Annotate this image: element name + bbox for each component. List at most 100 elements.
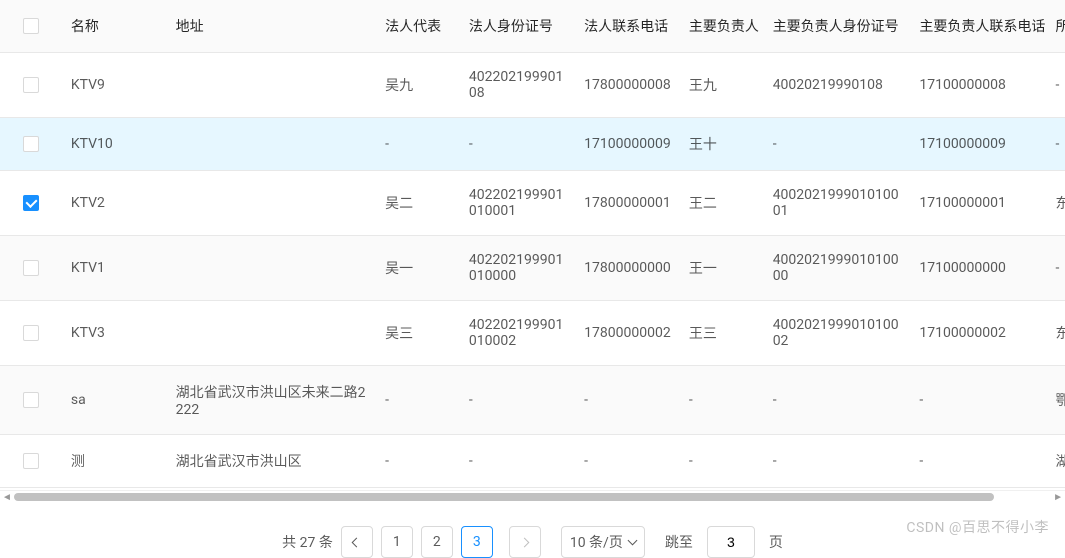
scroll-right-icon[interactable]: ► — [1053, 492, 1063, 503]
cell-principal: 王二 — [681, 171, 765, 236]
header-legal-id: 法人身份证号 — [461, 0, 576, 53]
row-checkbox[interactable] — [23, 136, 39, 152]
next-page-button[interactable] — [509, 526, 541, 558]
chevron-right-icon — [520, 537, 530, 547]
cell-name: KTV9 — [63, 53, 168, 118]
cell-principal-id: 40020219990108 — [765, 53, 912, 118]
cell-legal-phone: - — [576, 435, 681, 488]
row-checkbox[interactable] — [23, 260, 39, 276]
cell-name: 测 — [63, 435, 168, 488]
row-checkbox[interactable] — [23, 325, 39, 341]
table-row[interactable]: KTV10--17100000009王十-17100000009- — [0, 118, 1065, 171]
header-address: 地址 — [168, 0, 378, 53]
cell-legal-id: 402202199901010001 — [461, 171, 576, 236]
row-checkbox[interactable] — [23, 453, 39, 469]
cell-principal: - — [681, 366, 765, 435]
row-checkbox-cell — [0, 171, 63, 236]
row-checkbox[interactable] — [23, 392, 39, 408]
table-row[interactable]: 测湖北省武汉市洪山区------湖北 — [0, 435, 1065, 488]
row-checkbox[interactable] — [23, 77, 39, 93]
row-checkbox-cell — [0, 301, 63, 366]
cell-principal-id: - — [765, 366, 912, 435]
row-checkbox[interactable] — [23, 195, 39, 211]
data-table: 名称 地址 法人代表 法人身份证号 法人联系电话 主要负责人 主要负责人身份证号… — [0, 0, 1065, 488]
cell-principal-phone: 17100000000 — [911, 236, 1047, 301]
header-legal-rep: 法人代表 — [377, 0, 461, 53]
cell-name: KTV1 — [63, 236, 168, 301]
cell-legal-phone: 17800000008 — [576, 53, 681, 118]
chevron-down-icon — [627, 535, 637, 545]
cell-address: 湖北省武汉市洪山区未来二路2222 — [168, 366, 378, 435]
scroll-left-icon[interactable]: ◄ — [2, 492, 12, 503]
cell-principal: 王九 — [681, 53, 765, 118]
row-checkbox-cell — [0, 236, 63, 301]
cell-region: - — [1048, 118, 1065, 171]
row-checkbox-cell — [0, 435, 63, 488]
table-row[interactable]: KTV9吴九4022021999010817800000008王九4002021… — [0, 53, 1065, 118]
cell-principal-phone: 17100000001 — [911, 171, 1047, 236]
row-checkbox-cell — [0, 366, 63, 435]
page-button-2[interactable]: 2 — [421, 526, 453, 558]
page-size-label: 10 条/页 — [570, 532, 623, 552]
cell-address — [168, 53, 378, 118]
prev-page-button[interactable] — [341, 526, 373, 558]
cell-legal-rep: - — [377, 435, 461, 488]
cell-legal-phone: 17800000001 — [576, 171, 681, 236]
cell-region: - — [1048, 53, 1065, 118]
cell-principal-id: 400202199901010000 — [765, 236, 912, 301]
row-checkbox-cell — [0, 118, 63, 171]
cell-principal-phone: - — [911, 435, 1047, 488]
cell-legal-rep: - — [377, 118, 461, 171]
cell-legal-rep: - — [377, 366, 461, 435]
cell-principal-id: - — [765, 118, 912, 171]
header-principal-id: 主要负责人身份证号 — [765, 0, 912, 53]
header-principal-phone: 主要负责人联系电话 — [911, 0, 1047, 53]
jump-page-input[interactable] — [707, 526, 755, 558]
cell-legal-id: 402202199901010002 — [461, 301, 576, 366]
cell-principal-id: - — [765, 435, 912, 488]
cell-name: KTV2 — [63, 171, 168, 236]
table-row[interactable]: KTV1吴一40220219990101000017800000000王一400… — [0, 236, 1065, 301]
header-principal: 主要负责人 — [681, 0, 765, 53]
cell-principal-phone: 17100000002 — [911, 301, 1047, 366]
select-all-checkbox[interactable] — [23, 18, 39, 34]
table-row[interactable]: KTV2吴二40220219990101000117800000001王二400… — [0, 171, 1065, 236]
jump-label: 跳至 — [665, 532, 693, 552]
page-button-3[interactable]: 3 — [461, 526, 493, 558]
total-label: 共 27 条 — [282, 532, 333, 552]
cell-address — [168, 118, 378, 171]
table-row[interactable]: sa湖北省武汉市洪山区未来二路2222------鄂州 — [0, 366, 1065, 435]
pagination: 共 27 条 123 10 条/页 跳至 页 — [0, 526, 1065, 558]
header-name: 名称 — [63, 0, 168, 53]
page-size-select[interactable]: 10 条/页 — [561, 526, 645, 558]
cell-region: 东门 — [1048, 171, 1065, 236]
cell-principal-phone: - — [911, 366, 1047, 435]
cell-principal: 王一 — [681, 236, 765, 301]
horizontal-scrollbar[interactable]: ◄ ► — [0, 490, 1065, 502]
cell-principal: 王三 — [681, 301, 765, 366]
cell-legal-phone: - — [576, 366, 681, 435]
cell-legal-id: - — [461, 435, 576, 488]
scrollbar-thumb[interactable] — [14, 493, 994, 501]
jump-suffix: 页 — [769, 532, 783, 552]
cell-principal-phone: 17100000008 — [911, 53, 1047, 118]
cell-address — [168, 171, 378, 236]
row-checkbox-cell — [0, 53, 63, 118]
cell-name: KTV3 — [63, 301, 168, 366]
chevron-left-icon — [352, 537, 362, 547]
cell-legal-rep: 吴一 — [377, 236, 461, 301]
cell-legal-id: 40220219990108 — [461, 53, 576, 118]
page-button-1[interactable]: 1 — [381, 526, 413, 558]
header-legal-phone: 法人联系电话 — [576, 0, 681, 53]
cell-principal-id: 400202199901010001 — [765, 171, 912, 236]
cell-principal-phone: 17100000009 — [911, 118, 1047, 171]
header-checkbox-cell — [0, 0, 63, 53]
table-row[interactable]: KTV3吴三40220219990101000217800000002王三400… — [0, 301, 1065, 366]
cell-region: - — [1048, 236, 1065, 301]
cell-address: 湖北省武汉市洪山区 — [168, 435, 378, 488]
cell-address — [168, 236, 378, 301]
cell-legal-id: - — [461, 366, 576, 435]
cell-legal-rep: 吴三 — [377, 301, 461, 366]
cell-principal: 王十 — [681, 118, 765, 171]
cell-legal-id: - — [461, 118, 576, 171]
